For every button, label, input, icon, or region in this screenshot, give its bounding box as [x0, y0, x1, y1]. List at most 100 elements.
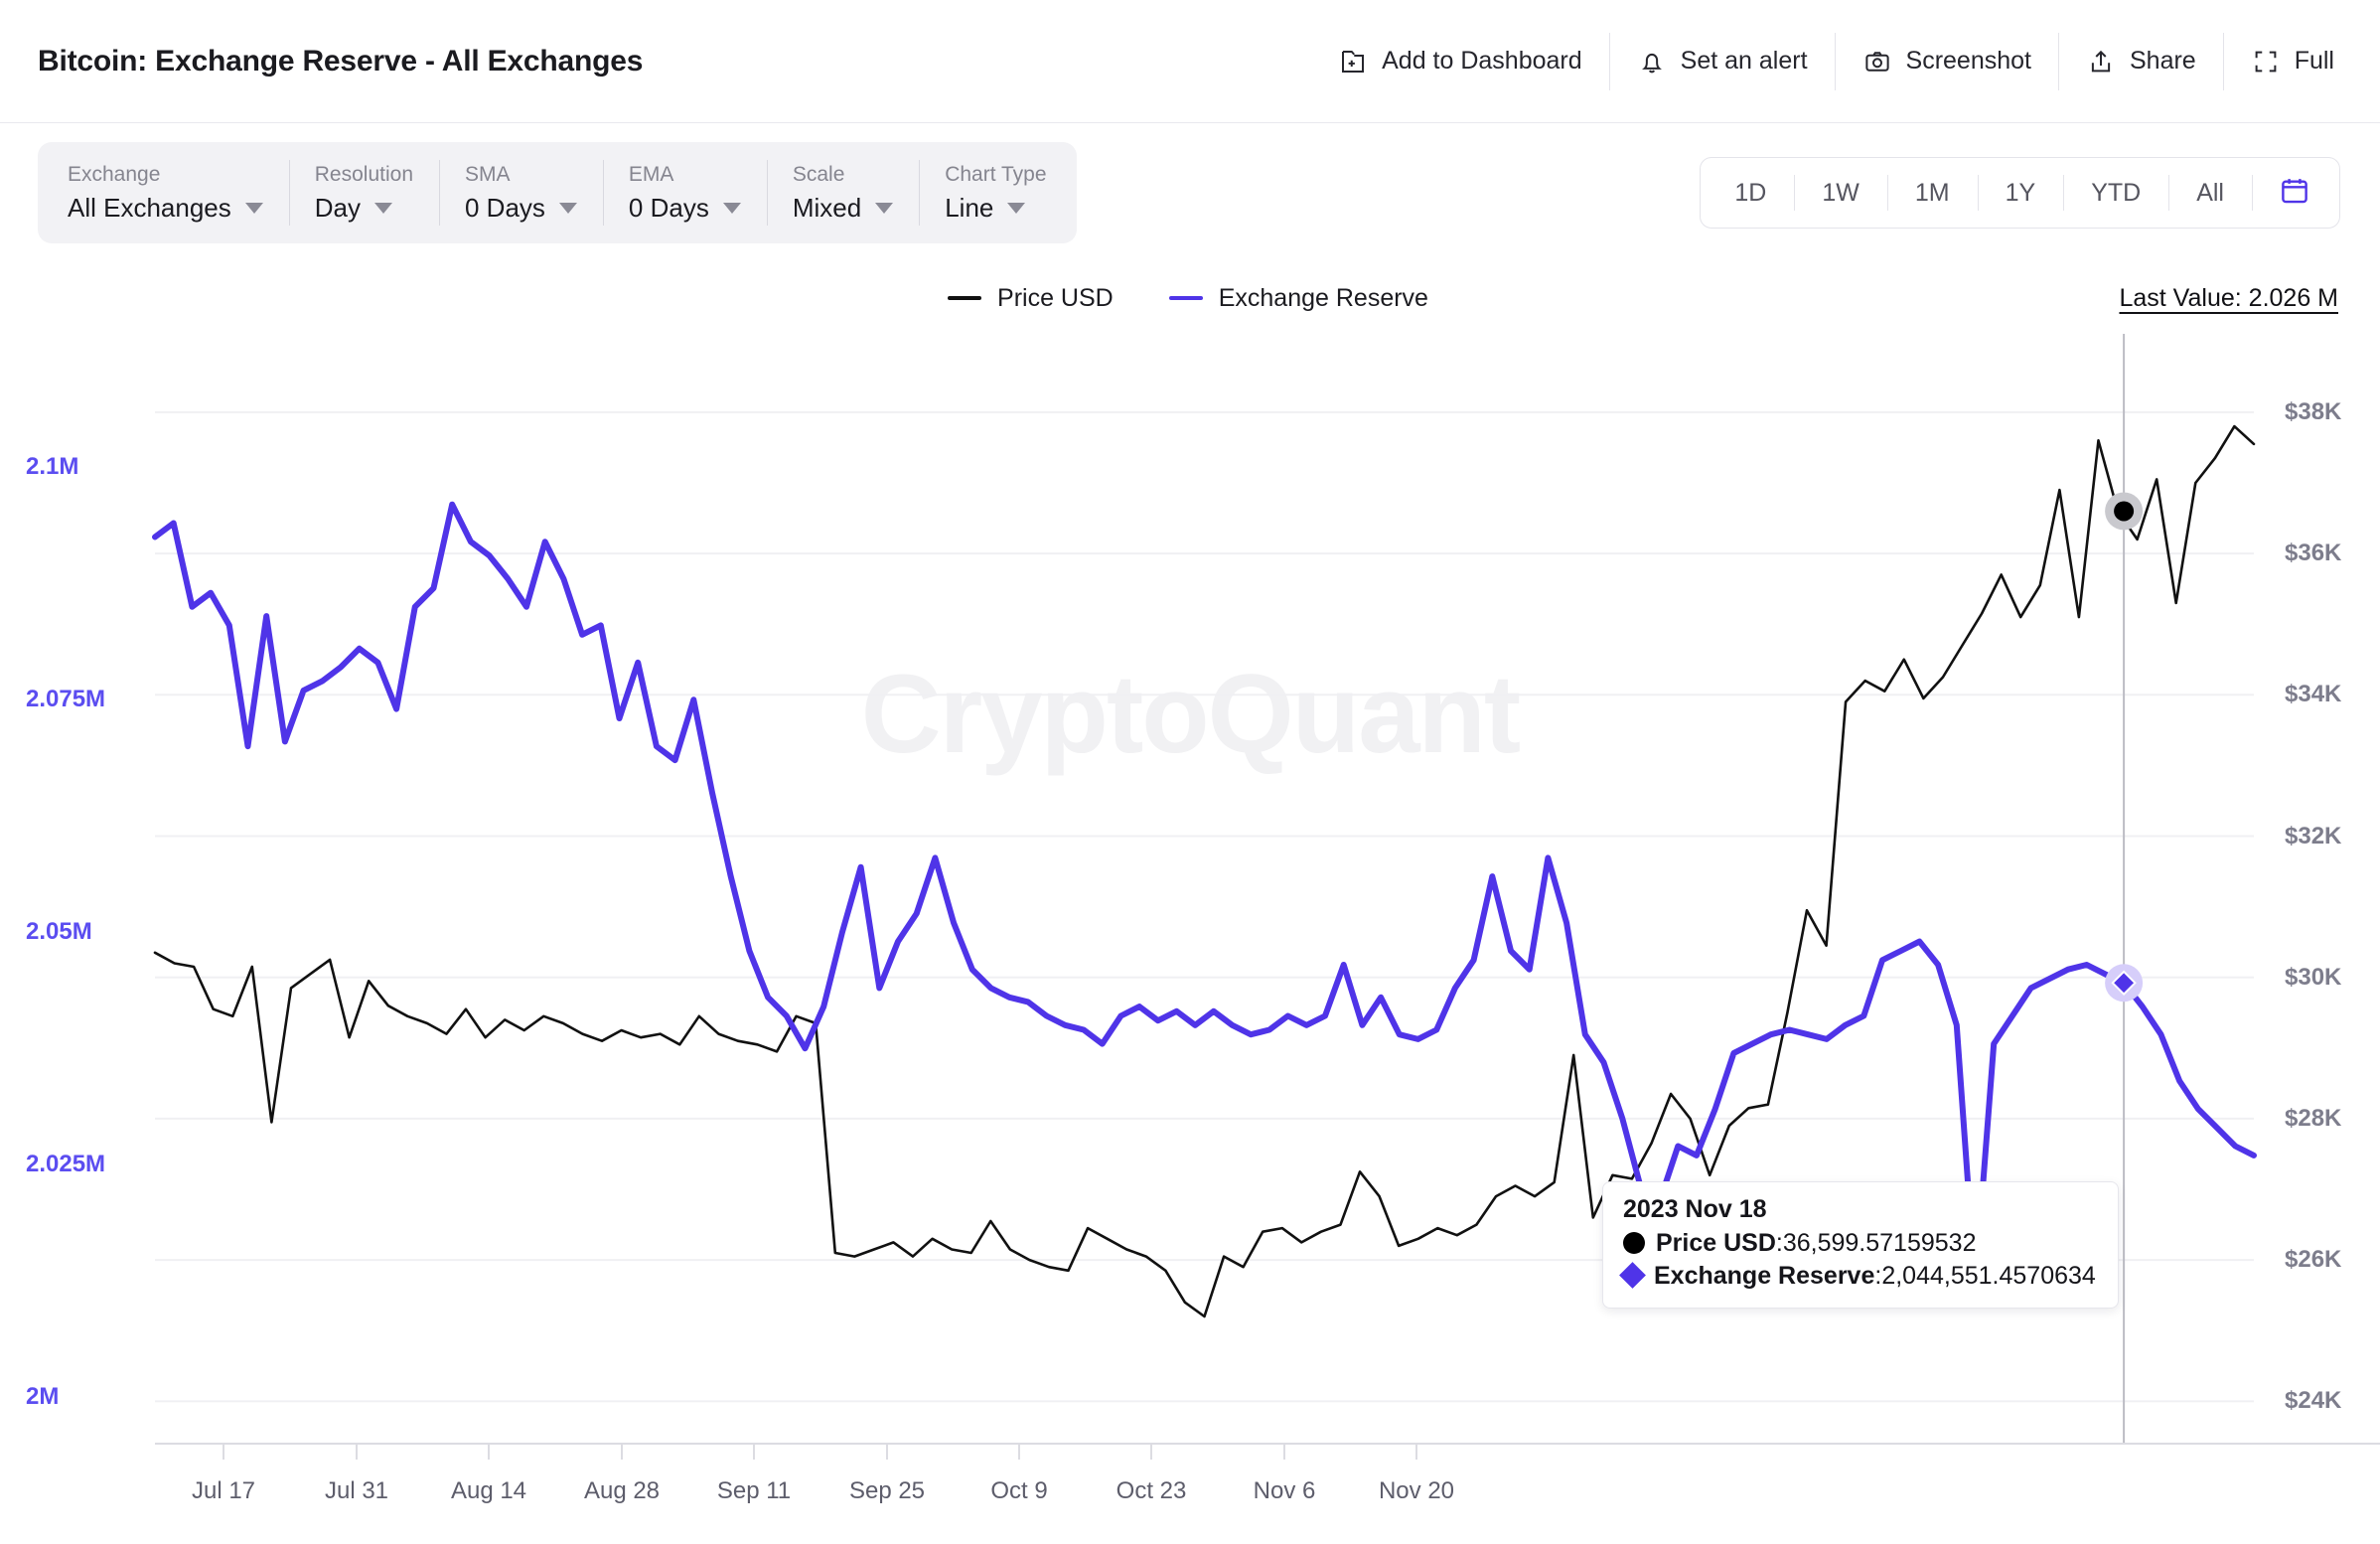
scale-label: Scale	[792, 162, 845, 186]
y-axis-right-tick-label: $36K	[2285, 540, 2342, 567]
x-tick-label: Sep 11	[716, 1477, 792, 1504]
tooltip-sep-reserve: :	[1874, 1261, 1882, 1290]
set-an-alert-button[interactable]: Set an alert	[1608, 32, 1835, 90]
sma-value: 0 Days	[465, 192, 545, 223]
page-title: Bitcoin: Exchange Reserve - All Exchange…	[38, 44, 644, 77]
chart-tooltip: 2023 Nov 18 Price USD : 36,599.57159532 …	[1602, 1181, 2119, 1309]
screenshot-button[interactable]: Screenshot	[1834, 32, 2058, 90]
tooltip-value-reserve: 2,044,551.4570634	[1881, 1261, 2096, 1290]
range-ytd[interactable]: YTD	[2063, 172, 2168, 214]
legend-swatch-price	[948, 296, 982, 300]
legend-item-price-usd[interactable]: Price USD	[948, 284, 1114, 313]
range-all[interactable]: All	[2168, 172, 2252, 214]
y-axis-right-tick-label: $30K	[2285, 963, 2342, 991]
fullscreen-label: Full	[2294, 47, 2334, 75]
date-picker-button[interactable]	[2252, 172, 2333, 214]
ema-label: EMA	[628, 162, 674, 186]
parameter-panel: Exchange All Exchanges Resolution Day SM…	[38, 142, 1077, 243]
y-axis-right-tick-label: $38K	[2285, 397, 2342, 425]
y-axis-right-tick-label: $28K	[2285, 1104, 2342, 1132]
range-1d[interactable]: 1D	[1707, 172, 1794, 214]
y-axis-left-tick-label: 2.075M	[26, 686, 106, 713]
chart-area[interactable]: CryptoQuant 2.1M 2.075M 2.05M 2.025M 2M $38K…	[0, 334, 2380, 1516]
x-tick-label: Oct 23	[1116, 1477, 1187, 1504]
range-1y[interactable]: 1Y	[1977, 172, 2064, 214]
exchange-label: Exchange	[68, 162, 161, 186]
chart-type-label: Chart Type	[945, 162, 1047, 186]
circle-marker-icon	[1623, 1232, 1645, 1255]
x-tick-label: Aug 28	[583, 1477, 661, 1504]
tooltip-sep-price: :	[1775, 1229, 1783, 1257]
ema-value: 0 Days	[628, 192, 709, 223]
resolution-value: Day	[314, 192, 362, 223]
chevron-down-icon	[244, 202, 263, 214]
tooltip-key-reserve: Exchange Reserve	[1654, 1261, 1875, 1290]
add-to-dashboard-icon	[1338, 47, 1368, 77]
tooltip-date: 2023 Nov 18	[1623, 1195, 1767, 1223]
y-axis-right-tick-label: $24K	[2285, 1387, 2342, 1415]
time-range-group: 1D 1W 1M 1Y YTD All	[1700, 157, 2340, 229]
chevron-down-icon	[1007, 202, 1026, 214]
screenshot-label: Screenshot	[1905, 47, 2031, 75]
bell-icon	[1637, 47, 1667, 77]
y-axis-right-tick-label: $32K	[2285, 822, 2342, 849]
fullscreen-button[interactable]: Full	[2222, 32, 2338, 90]
range-1w[interactable]: 1W	[1794, 172, 1887, 214]
y-axis-right-tick-label: $26K	[2285, 1246, 2342, 1274]
camera-icon	[1862, 47, 1892, 77]
header-actions: Add to Dashboard Set an alert Screenshot	[1311, 32, 2338, 90]
chart-type-value: Line	[945, 192, 994, 223]
legend-item-exchange-reserve[interactable]: Exchange Reserve	[1168, 283, 1428, 313]
set-an-alert-label: Set an alert	[1680, 47, 1808, 75]
scale-selector[interactable]: Scale Mixed	[766, 142, 919, 243]
fullscreen-icon	[2251, 47, 2281, 77]
chart-canvas	[152, 334, 2380, 1460]
calendar-icon	[2278, 174, 2311, 213]
y-axis-left-tick-label: 2.05M	[26, 918, 92, 946]
resolution-selector[interactable]: Resolution Day	[288, 142, 439, 243]
share-label: Share	[2129, 47, 2196, 75]
share-icon	[2086, 47, 2116, 77]
series-line-exchange-reserve	[152, 501, 2257, 1289]
y-axis-left-tick-label: 2.025M	[26, 1151, 106, 1178]
y-axis-left-tick-label: 2M	[26, 1383, 60, 1411]
chevron-down-icon	[558, 202, 577, 214]
tooltip-key-price: Price USD	[1656, 1229, 1776, 1257]
legend-label-reserve: Exchange Reserve	[1218, 283, 1428, 312]
chevron-down-icon	[374, 202, 393, 214]
controls-row: Exchange All Exchanges Resolution Day SM…	[0, 123, 2380, 262]
range-1m[interactable]: 1M	[1886, 172, 1978, 214]
legend-swatch-reserve	[1168, 296, 1203, 300]
tooltip-row-reserve: Exchange Reserve : 2,044,551.4570634	[1619, 1260, 2096, 1293]
tooltip-row-price: Price USD : 36,599.57159532	[1623, 1227, 2096, 1260]
chart-type-selector[interactable]: Chart Type Line	[919, 142, 1072, 243]
exchange-value: All Exchanges	[68, 192, 231, 223]
app-header: Bitcoin: Exchange Reserve - All Exchange…	[0, 0, 2380, 123]
scale-value: Mixed	[792, 192, 862, 223]
add-to-dashboard-button[interactable]: Add to Dashboard	[1311, 33, 1609, 90]
add-to-dashboard-label: Add to Dashboard	[1382, 47, 1582, 75]
chevron-down-icon	[722, 202, 741, 214]
sma-selector[interactable]: SMA 0 Days	[439, 142, 603, 243]
x-tick-label: Aug 14	[450, 1477, 527, 1504]
x-tick-label: Jul 31	[324, 1477, 389, 1504]
y-axis-right-tick-label: $34K	[2285, 681, 2342, 708]
legend-label-price: Price USD	[997, 283, 1114, 312]
x-tick-label: Nov 6	[1253, 1477, 1316, 1504]
last-value-text[interactable]: Last Value: 2.026 M	[2119, 284, 2338, 313]
y-axis-left-tick-label: 2.1M	[26, 453, 79, 481]
x-tick-label: Oct 9	[990, 1477, 1048, 1504]
x-tick-label: Sep 25	[848, 1477, 926, 1504]
chevron-down-icon	[875, 202, 894, 214]
x-tick-label: Nov 20	[1378, 1477, 1455, 1504]
x-tick-marks	[223, 1444, 1417, 1460]
exchange-selector[interactable]: Exchange All Exchanges	[42, 142, 289, 243]
tooltip-value-price: 36,599.57159532	[1782, 1229, 1977, 1257]
x-tick-label: Jul 17	[191, 1477, 256, 1504]
share-button[interactable]: Share	[2057, 32, 2223, 90]
sma-label: SMA	[465, 162, 511, 186]
chart-legend: Price USD Exchange Reserve Last Value: 2…	[0, 262, 2380, 334]
ema-selector[interactable]: EMA 0 Days	[602, 142, 767, 243]
resolution-label: Resolution	[314, 162, 413, 186]
diamond-marker-icon	[1619, 1262, 1646, 1290]
